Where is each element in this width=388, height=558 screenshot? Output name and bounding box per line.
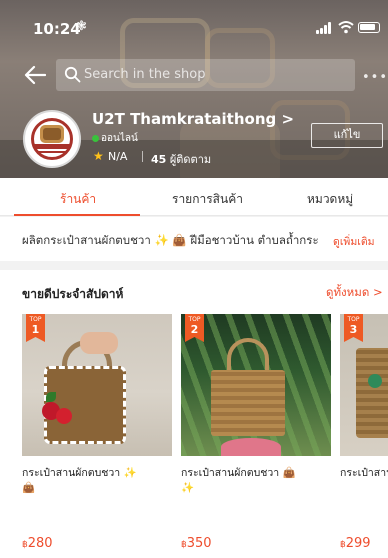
followers-stat: 45 ผู้ติดตาม [151, 150, 211, 168]
product-name: กระเป๋าสานผักตบชวา ✨ 👜 [22, 467, 137, 494]
edit-shop-button[interactable]: แก้ไข [311, 123, 383, 148]
shop-name[interactable]: U2T Thamkrataithong > [92, 110, 294, 128]
tab-products[interactable]: รายการสินค้า [172, 190, 243, 209]
wifi-icon [338, 21, 354, 34]
shop-avatar[interactable] [23, 110, 81, 168]
battery-icon [358, 22, 380, 33]
section-title: ขายดีประจำสัปดาห์ [22, 287, 124, 301]
product-name: กระเป๋าสานผักตบชวา 👜 ✨ [181, 467, 296, 494]
see-all-link[interactable]: ดูทั้งหมด > [326, 284, 383, 302]
active-tab-indicator [14, 214, 140, 216]
product-card[interactable]: TOP 1 กระเป๋าสานผักตบชวา ✨ 👜 ฿280 [22, 314, 172, 558]
product-name: กระเป๋าสาน ✨ [340, 467, 388, 479]
more-options-icon[interactable]: ••• [362, 70, 388, 85]
product-card[interactable]: TOP 3 กระเป๋าสาน ✨ ฿299 [340, 314, 388, 558]
followers-label: ผู้ติดตาม [169, 153, 212, 166]
followers-count: 45 [151, 153, 167, 166]
shop-description: ผลิตกระเป๋าสานผักตบชวา ✨ 👜 ฝีมือชาวบ้าน … [0, 217, 388, 261]
status-bar: 10:24 ❃ [0, 0, 388, 46]
description-text: ผลิตกระเป๋าสานผักตบชวา ✨ 👜 ฝีมือชาวบ้าน … [22, 233, 319, 247]
tab-categories[interactable]: หมวดหมู่ [307, 190, 353, 209]
online-status: ออนไลน์ [101, 133, 138, 144]
status-gear-icon: ❃ [76, 19, 87, 34]
arrow-left-icon[interactable] [24, 65, 46, 85]
star-icon: ★ [93, 149, 104, 163]
search-placeholder: Search in the shop [84, 67, 206, 82]
online-status-icon [92, 135, 99, 142]
shop-header: 10:24 ❃ Search in the shop ••• U2T Thamk… [0, 0, 388, 205]
product-price: ฿280 [22, 536, 53, 551]
signal-icon [316, 22, 334, 34]
tab-shop[interactable]: ร้านค้า [60, 190, 96, 209]
status-time: 10:24 [33, 20, 81, 38]
best-sellers-section: ขายดีประจำสัปดาห์ ดูทั้งหมด > TOP 1 กระเ… [0, 270, 388, 558]
shop-tabs: ร้านค้า รายการสินค้า หมวดหมู่ [0, 178, 388, 216]
shop-rating: N/A [108, 150, 128, 163]
stat-divider [142, 151, 143, 162]
product-price: ฿299 [340, 536, 371, 551]
see-more-link[interactable]: ดูเพิ่มเติม [333, 233, 375, 250]
search-input[interactable]: Search in the shop [56, 59, 355, 91]
product-card[interactable]: TOP 2 กระเป๋าสานผักตบชวา 👜 ✨ ฿350 [181, 314, 331, 558]
search-icon [64, 66, 81, 83]
product-price: ฿350 [181, 536, 212, 551]
